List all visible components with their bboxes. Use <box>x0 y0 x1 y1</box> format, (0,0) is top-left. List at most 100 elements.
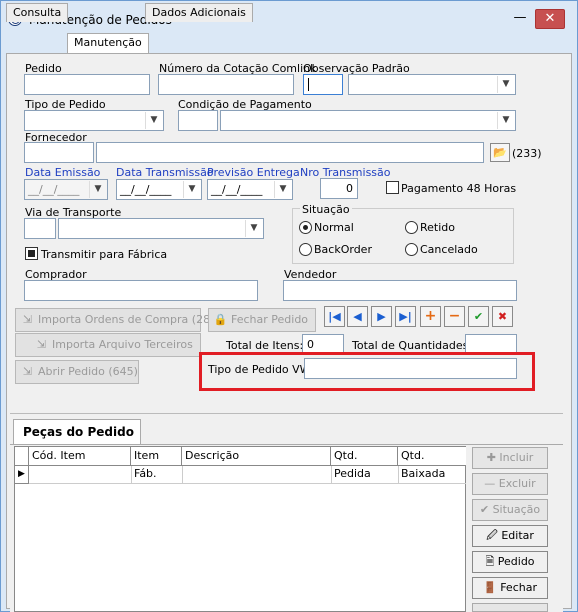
col-qtd-pedida[interactable]: Qtd. Pedida <box>331 447 398 480</box>
data-emissao-label: Data Emissão <box>25 166 101 179</box>
check-icon: ✔ <box>473 310 484 323</box>
pedido-button[interactable]: 🗎 Pedido <box>472 551 548 573</box>
prev-icon: ◀ <box>353 310 362 323</box>
extra-button[interactable] <box>472 603 548 612</box>
edit-icon: 🖉 <box>486 529 502 542</box>
radio-backorder-label: BackOrder <box>314 243 372 256</box>
fornecedor-name-input[interactable] <box>96 142 484 163</box>
transmitir-label: Transmitir para Fábrica <box>41 248 168 261</box>
tab-dados-adicionais[interactable]: Dados Adicionais <box>145 3 253 22</box>
total-itens-label: Total de Itens: <box>226 339 304 352</box>
radio-normal-label: Normal <box>314 221 354 234</box>
radio-retido-label: Retido <box>420 221 455 234</box>
last-record-button[interactable]: ▶| <box>395 306 416 327</box>
first-record-button[interactable]: |◀ <box>324 306 345 327</box>
via-transporte-select[interactable]: ▼ <box>58 218 264 239</box>
col-qtd-baixada[interactable]: Qtd. Baixada <box>398 447 466 480</box>
tab-pecas-pedido[interactable]: Peças do Pedido <box>13 419 141 445</box>
door-icon: 🚪 <box>483 581 501 594</box>
grid-line <box>182 466 183 484</box>
search-folder-button[interactable]: 📂 <box>490 143 510 162</box>
chevron-down-icon: ▼ <box>497 112 514 129</box>
folder-search-icon: 📂 <box>493 146 507 159</box>
plus-icon: + <box>424 308 437 324</box>
highlight-box <box>199 352 535 391</box>
observacao-select[interactable]: ▼ <box>348 74 516 95</box>
tab-manutencao[interactable]: Manutenção <box>67 33 149 54</box>
next-record-button[interactable]: ▶ <box>371 306 392 327</box>
col-item-fab[interactable]: Item Fáb. <box>131 447 182 480</box>
col-cod-item[interactable]: Cód. Item <box>29 447 131 466</box>
importa-ordens-button[interactable]: ⇲ Importa Ordens de Compra (284) <box>15 308 221 332</box>
minimize-button[interactable]: — <box>510 9 530 29</box>
radio-retido[interactable] <box>405 221 418 234</box>
fechar-button[interactable]: 🚪 Fechar <box>472 577 548 599</box>
excluir-button[interactable]: — Excluir <box>472 473 548 495</box>
chevron-down-icon: ▼ <box>183 181 200 198</box>
vendedor-input[interactable] <box>283 280 517 301</box>
situacao-button[interactable]: ✔ Situação <box>472 499 548 521</box>
data-transmissao-label: Data Transmissão <box>116 166 214 179</box>
data-transmissao-picker[interactable]: __/__/____ ▼ <box>116 179 202 200</box>
chevron-down-icon: ▼ <box>89 181 106 198</box>
radio-normal[interactable] <box>299 221 312 234</box>
situacao-label: Situação <box>300 203 352 216</box>
total-quantidades-label: Total de Quantidades: <box>352 339 473 352</box>
delete-record-button[interactable]: − <box>444 306 465 327</box>
fornecedor-count: (233) <box>512 147 542 160</box>
grid-corner <box>15 447 29 466</box>
chevron-down-icon: ▼ <box>274 181 291 198</box>
col-descricao[interactable]: Descrição <box>182 447 331 466</box>
close-button[interactable]: ✕ <box>535 9 565 29</box>
grid-line <box>331 466 332 484</box>
fechar-pedido-button[interactable]: 🔒 Fechar Pedido <box>208 308 316 332</box>
grid-line <box>131 466 132 484</box>
observacao-code-input[interactable] <box>303 74 343 95</box>
grid-line <box>398 466 399 484</box>
condicao-code-input[interactable] <box>178 110 218 131</box>
plus-icon: ✚ <box>486 451 500 464</box>
first-icon: |◀ <box>328 310 341 323</box>
data-emissao-picker[interactable]: __/__/____ ▼ <box>24 179 108 200</box>
incluir-button[interactable]: ✚ Incluir <box>472 447 548 469</box>
importa-arquivo-button[interactable]: ⇲ Importa Arquivo Terceiros <box>15 333 201 357</box>
tipo-pedido-select[interactable]: ▼ <box>24 110 164 131</box>
minus-icon: − <box>448 308 461 324</box>
chevron-down-icon: ▼ <box>145 112 162 129</box>
open-order-icon: ⇲ <box>22 365 33 378</box>
cancel-button[interactable]: ✖ <box>492 306 513 327</box>
condicao-pagamento-select[interactable]: ▼ <box>220 110 516 131</box>
document-icon: 🗎 <box>485 555 498 568</box>
chevron-down-icon: ▼ <box>245 220 262 237</box>
radio-cancelado-label: Cancelado <box>420 243 478 256</box>
add-record-button[interactable]: + <box>420 306 441 327</box>
via-transporte-code-input[interactable] <box>24 218 56 239</box>
previsao-entrega-label: Previsão Entrega <box>207 166 300 179</box>
prev-record-button[interactable]: ◀ <box>347 306 368 327</box>
radio-cancelado[interactable] <box>405 243 418 256</box>
radio-backorder[interactable] <box>299 243 312 256</box>
transmitir-checkbox[interactable] <box>25 247 38 260</box>
import-icon: ⇲ <box>22 313 33 326</box>
pecas-grid[interactable]: Cód. Item Item Fáb. Descrição Qtd. Pedid… <box>14 446 466 612</box>
abrir-pedido-button[interactable]: ⇲ Abrir Pedido (645) <box>15 360 139 384</box>
tab-consulta[interactable]: Consulta <box>6 3 69 22</box>
title-bar: Manutenção de Pedidos — ✕ <box>1 1 577 31</box>
previsao-entrega-picker[interactable]: __/__/____ ▼ <box>207 179 293 200</box>
pagamento48-checkbox[interactable] <box>386 181 399 194</box>
pedido-input[interactable] <box>24 74 150 95</box>
check-icon: ✔ <box>479 503 493 516</box>
minus-icon: — <box>484 477 499 490</box>
comprador-input[interactable] <box>24 280 258 301</box>
chevron-down-icon: ▼ <box>497 76 514 93</box>
table-row[interactable] <box>29 466 466 484</box>
last-icon: ▶| <box>399 310 412 323</box>
pagamento48-label: Pagamento 48 Horas <box>401 182 517 195</box>
fornecedor-code-input[interactable] <box>24 142 94 163</box>
confirm-button[interactable]: ✔ <box>468 306 489 327</box>
cotacao-input[interactable] <box>158 74 294 95</box>
row-pointer-icon: ▶ <box>15 466 29 484</box>
x-icon: ✖ <box>497 310 508 323</box>
editar-button[interactable]: 🖉 Editar <box>472 525 548 547</box>
nro-transmissao-input[interactable]: 0 <box>320 178 358 199</box>
